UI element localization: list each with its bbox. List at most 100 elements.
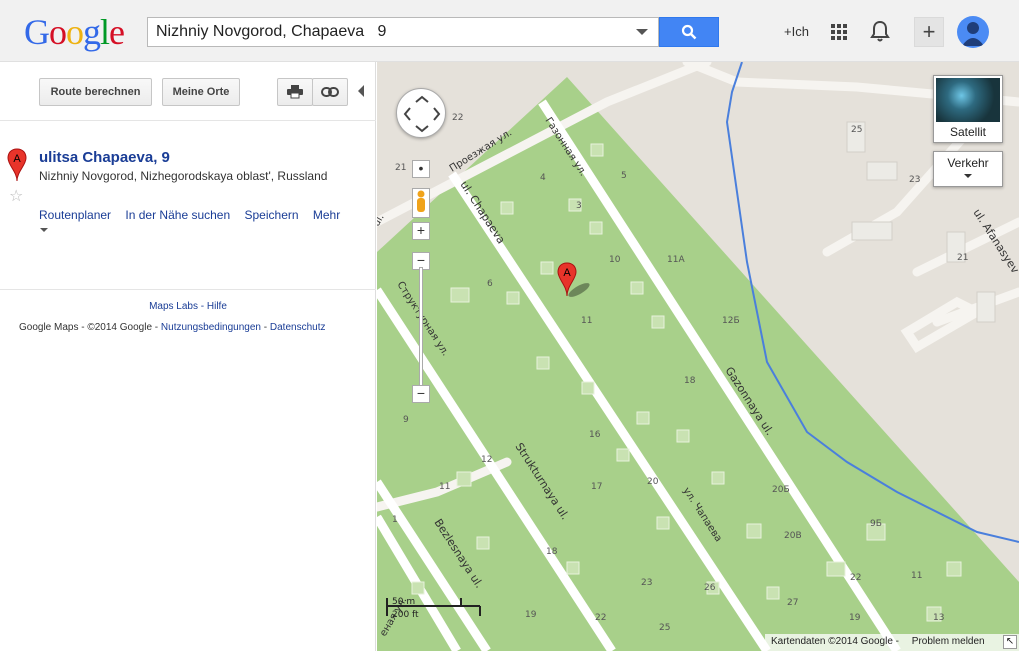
house-number: 18 [546, 547, 558, 557]
house-number: 26 [704, 583, 716, 593]
house-number: 17 [591, 482, 602, 492]
map-tiles[interactable]: Проезжая ул. Газонная ул. ul. Chapaeva С… [377, 62, 1019, 651]
more-link[interactable]: Mehr [313, 208, 340, 222]
print-icon [287, 85, 303, 99]
search-icon [681, 24, 697, 40]
nearby-search-link[interactable]: In der Nähe suchen [125, 208, 230, 222]
search-dropdown-icon[interactable] [636, 29, 648, 35]
house-number: 21 [395, 163, 406, 173]
result-marker-icon[interactable]: A [7, 148, 27, 182]
satellite-label: Satellit [949, 125, 987, 139]
house-number: 6 [487, 279, 493, 289]
share-plus-button[interactable]: + [914, 17, 944, 47]
side-panel: Route berechnen Meine Orte A ulitsa Chap… [0, 62, 376, 651]
chevron-down-icon[interactable] [40, 228, 48, 232]
pan-control[interactable] [396, 88, 446, 138]
result-links: Routenplaner In der Nähe suchen Speicher… [39, 208, 351, 222]
attribution-text[interactable]: Kartendaten ©2014 Google - [771, 636, 899, 647]
scale-bar-graphic: 50 m 200 ft [386, 597, 481, 620]
brand-label: Google Maps [19, 322, 79, 333]
zoom-slider-track[interactable] [419, 267, 423, 387]
house-number: 1 [392, 515, 398, 525]
route-button[interactable]: Route berechnen [39, 78, 152, 106]
apps-grid-icon[interactable] [831, 24, 847, 40]
traffic-dropdown[interactable]: Verkehr [933, 151, 1003, 187]
terms-link[interactable]: Nutzungsbedingungen [161, 322, 261, 333]
house-number: 20В [784, 531, 802, 541]
scale-imperial: 200 ft [392, 610, 419, 620]
link-button[interactable] [312, 78, 348, 106]
house-number: 23 [909, 175, 920, 185]
chevron-down-icon [964, 174, 972, 178]
house-number: 9 [403, 415, 409, 425]
marker-letter: A [13, 153, 21, 165]
save-link[interactable]: Speichern [245, 208, 299, 222]
house-number: 12Б [722, 316, 740, 326]
notifications-bell-icon[interactable] [870, 20, 890, 42]
house-number: 16 [589, 430, 601, 440]
privacy-link[interactable]: Datenschutz [270, 322, 326, 333]
search-box[interactable] [147, 17, 659, 47]
map-attribution: Kartendaten ©2014 Google - Problem melde… [765, 634, 1019, 651]
footer-links: Maps Labs - Hilfe [149, 301, 227, 312]
star-icon[interactable]: ☆ [9, 186, 23, 206]
map-canvas[interactable]: Проезжая ул. Газонная ул. ul. Chapaeva С… [377, 62, 1019, 651]
help-link[interactable]: Hilfe [207, 301, 227, 312]
house-number: 5 [621, 171, 627, 181]
house-number: 12 [481, 455, 492, 465]
my-places-button[interactable]: Meine Orte [162, 78, 240, 106]
footer-legal: Google Maps - ©2014 Google - Nutzungsbed… [19, 322, 326, 333]
location-marker-icon[interactable]: A [557, 262, 597, 302]
house-number: 11А [667, 255, 685, 265]
user-icon [962, 22, 984, 46]
house-number: 25 [659, 623, 670, 633]
house-number: 18 [684, 376, 696, 386]
collapse-panel-icon[interactable] [358, 85, 364, 97]
house-number: 20Б [772, 485, 790, 495]
house-number: 25 [851, 125, 862, 135]
house-number: 27 [787, 598, 798, 608]
divider [0, 120, 376, 121]
maps-labs-link[interactable]: Maps Labs [149, 301, 198, 312]
zoom-in-button[interactable]: + [412, 222, 430, 240]
house-number: 11 [439, 482, 450, 492]
report-problem-link[interactable]: Problem melden [912, 636, 985, 647]
house-number: 11 [581, 316, 592, 326]
result-title[interactable]: ulitsa Chapaeva, 9 [39, 149, 170, 166]
street-view-pegman-icon[interactable] [412, 188, 430, 218]
house-number: 13 [933, 613, 944, 623]
zoom-out-button[interactable]: − [412, 385, 430, 403]
divider [0, 289, 376, 290]
satellite-toggle[interactable]: Satellit [933, 75, 1003, 143]
house-number: 10 [609, 255, 621, 265]
search-input[interactable] [148, 18, 618, 46]
house-number: 11 [911, 571, 922, 581]
house-number: 4 [540, 173, 546, 183]
avatar[interactable] [957, 16, 989, 48]
house-number: 3 [576, 201, 582, 211]
house-number: 21 [957, 253, 968, 263]
house-number: 22 [850, 573, 861, 583]
route-planner-link[interactable]: Routenplaner [39, 208, 111, 222]
house-number: 20 [647, 477, 659, 487]
house-number: 23 [641, 578, 652, 588]
result-address: Nizhniy Novgorod, Nizhegorodskaya oblast… [39, 169, 328, 183]
expand-corner-icon[interactable]: ↖ [1003, 635, 1017, 649]
search-button[interactable] [659, 17, 719, 47]
locate-button[interactable]: • [412, 160, 430, 178]
plus-ich-link[interactable]: +Ich [784, 24, 809, 39]
scale-bar: 50 m 200 ft [386, 594, 482, 623]
traffic-label: Verkehr [947, 156, 989, 170]
house-number: 19 [525, 610, 537, 620]
house-number: 22 [595, 613, 606, 623]
house-number: 19 [849, 613, 861, 623]
top-bar: Google +Ich + [0, 0, 1019, 62]
scale-metric: 50 m [392, 597, 415, 607]
google-logo[interactable]: Google [24, 12, 125, 52]
house-number: 22 [452, 113, 463, 123]
house-number: 9Б [870, 519, 882, 529]
satellite-thumbnail [936, 78, 1000, 122]
pan-arrows-icon [403, 95, 441, 133]
marker-letter: A [563, 267, 571, 279]
print-button[interactable] [277, 78, 313, 106]
